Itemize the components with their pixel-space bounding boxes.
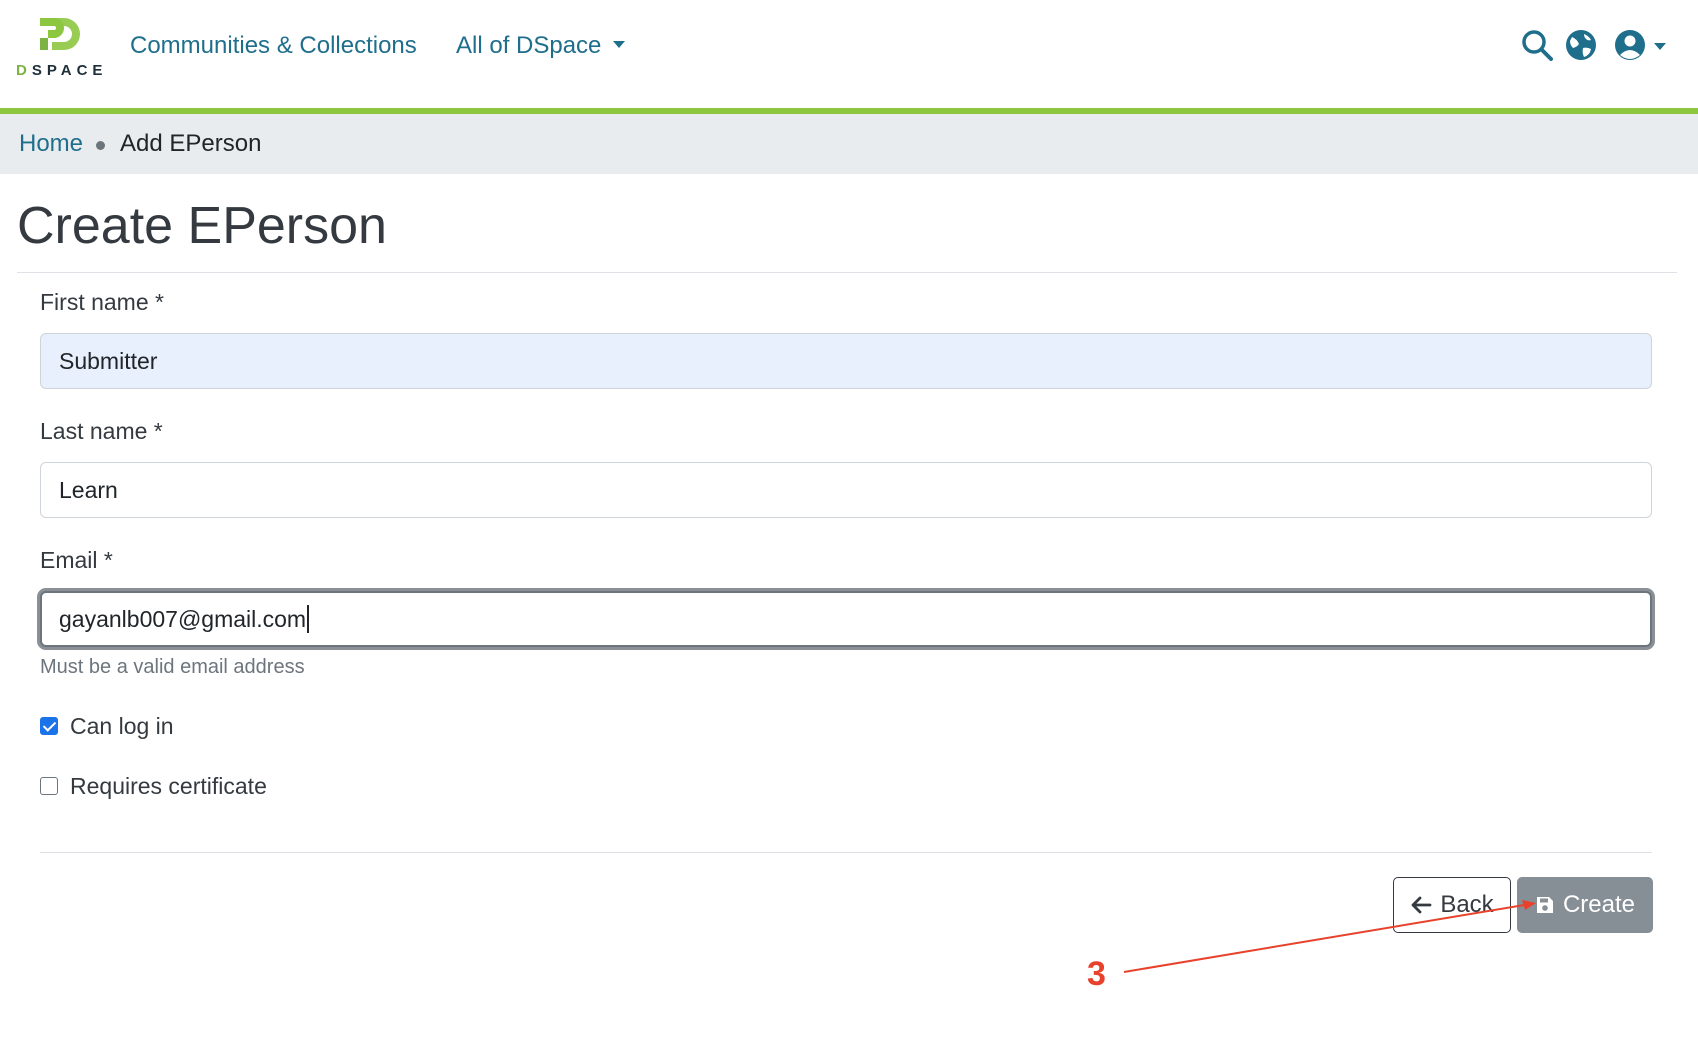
- create-button[interactable]: Create: [1517, 877, 1653, 933]
- email-help-text: Must be a valid email address: [40, 656, 305, 678]
- nav-all-of-dspace[interactable]: All of DSpace: [456, 32, 626, 60]
- requires-certificate-checkbox[interactable]: [40, 777, 58, 795]
- save-icon: [1536, 897, 1553, 913]
- back-button[interactable]: Back: [1393, 877, 1511, 933]
- can-log-in-label: Can log in: [70, 713, 174, 739]
- can-log-in-checkbox[interactable]: [40, 717, 58, 735]
- first-name-label: First name *: [40, 289, 164, 315]
- email-input-value: gayanlb007@gmail.com: [59, 606, 307, 632]
- nav-communities-collections[interactable]: Communities & Collections: [130, 32, 417, 60]
- user-icon[interactable]: [1613, 28, 1647, 62]
- last-name-label: Last name *: [40, 418, 163, 444]
- email-label: Email *: [40, 547, 113, 573]
- annotation-step-number: 3: [1087, 955, 1106, 993]
- email-input[interactable]: gayanlb007@gmail.com: [40, 591, 1652, 647]
- breadcrumb-separator: [96, 141, 105, 150]
- search-icon[interactable]: [1520, 28, 1554, 62]
- last-name-input[interactable]: Learn: [40, 462, 1652, 518]
- breadcrumb-home-link[interactable]: Home: [19, 130, 83, 158]
- site-header: DSPACE Communities & Collections All of …: [0, 0, 1698, 108]
- form-divider: [40, 852, 1652, 853]
- globe-icon[interactable]: [1564, 28, 1598, 62]
- text-cursor: [307, 604, 310, 633]
- user-menu-caret-icon[interactable]: [1654, 43, 1666, 50]
- logo-wordmark: DSPACE: [16, 62, 108, 79]
- title-divider: [17, 272, 1677, 273]
- breadcrumb: Home Add EPerson: [0, 114, 1698, 174]
- breadcrumb-current: Add EPerson: [120, 130, 262, 157]
- arrow-left-icon: [1411, 896, 1432, 914]
- requires-certificate-label: Requires certificate: [70, 773, 267, 799]
- create-button-label: Create: [1562, 891, 1636, 918]
- nav-all-label: All of DSpace: [456, 32, 602, 59]
- dspace-logo-mark: [40, 18, 80, 50]
- dspace-logo[interactable]: DSPACE: [14, 16, 104, 82]
- first-name-input[interactable]: Submitter: [40, 333, 1652, 389]
- back-button-label: Back: [1440, 891, 1494, 918]
- page-title: Create EPerson: [17, 197, 387, 255]
- chevron-down-icon: [613, 41, 626, 49]
